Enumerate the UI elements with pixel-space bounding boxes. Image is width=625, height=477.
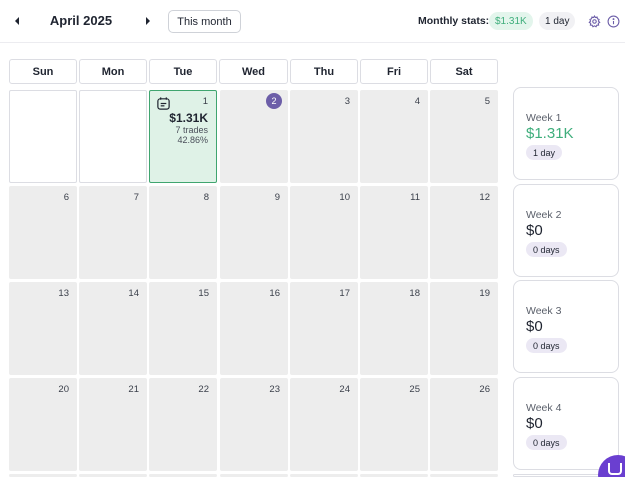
week-summary-card[interactable]: Week 2 $0 0 days — [513, 184, 619, 277]
day-number: 13 — [58, 288, 69, 299]
day-number: 25 — [409, 384, 420, 395]
day-number: 15 — [198, 288, 209, 299]
day-cell-apr-13[interactable]: 13 — [9, 282, 77, 375]
day-cell-apr-12[interactable]: 12 — [430, 186, 498, 279]
weekday-fri: Fri — [360, 59, 428, 84]
day-cell-apr-25[interactable]: 25 — [360, 378, 428, 471]
day-cell-apr-26[interactable]: 26 — [430, 378, 498, 471]
day-number: 10 — [339, 192, 350, 203]
week-pnl: $0 — [526, 318, 543, 335]
day-cell-apr-20[interactable]: 20 — [9, 378, 77, 471]
day-cell-apr-7[interactable]: 7 — [79, 186, 147, 279]
week-days-badge: 0 days — [526, 242, 567, 257]
next-month-button[interactable] — [141, 14, 155, 28]
week-title: Week 4 — [526, 402, 562, 414]
day-number: 7 — [133, 192, 139, 203]
day-cell-apr-24[interactable]: 24 — [290, 378, 358, 471]
week-title: Week 3 — [526, 305, 562, 317]
monthly-stats-value: $1.31K — [489, 12, 533, 30]
day-number: 3 — [344, 96, 350, 107]
day-number: 26 — [479, 384, 490, 395]
monthly-stats-days: 1 day — [539, 12, 576, 30]
day-cell-apr-3[interactable]: 3 — [290, 90, 358, 183]
settings-button[interactable] — [587, 14, 601, 28]
weekday-sun: Sun — [9, 59, 77, 84]
week-pnl: $0 — [526, 415, 543, 432]
week-days-badge: 0 days — [526, 435, 567, 450]
info-button[interactable] — [606, 14, 620, 28]
day-cell-apr-14[interactable]: 14 — [79, 282, 147, 375]
day-cell-apr-22[interactable]: 22 — [149, 378, 217, 471]
day-number: 9 — [274, 192, 280, 203]
day-trades: 7 trades — [175, 125, 208, 135]
day-cell-apr-6[interactable]: 6 — [9, 186, 77, 279]
weekday-tue: Tue — [149, 59, 217, 84]
week-days-badge: 1 day — [526, 145, 563, 160]
day-cell-apr-8[interactable]: 8 — [149, 186, 217, 279]
day-cell-empty — [9, 90, 77, 183]
weekday-sat: Sat — [430, 59, 498, 84]
day-number: 11 — [410, 192, 420, 203]
day-number: 5 — [484, 96, 490, 107]
gear-icon — [587, 14, 601, 27]
day-number: 17 — [339, 288, 350, 299]
day-number: 24 — [339, 384, 350, 395]
day-cell-apr-10[interactable]: 10 — [290, 186, 358, 279]
week-summary-card[interactable]: Week 4 $0 0 days — [513, 377, 619, 470]
day-number: 6 — [63, 192, 69, 203]
info-icon — [607, 15, 619, 27]
day-cell-apr-2[interactable]: 2 — [220, 90, 288, 183]
day-number: 12 — [479, 192, 490, 203]
notes-icon[interactable] — [156, 96, 171, 111]
this-month-button[interactable]: This month — [168, 10, 241, 33]
day-cell-apr-17[interactable]: 17 — [290, 282, 358, 375]
monthly-stats-label: Monthly stats: — [418, 15, 490, 27]
day-win-rate: 42.86% — [177, 135, 208, 145]
day-number: 4 — [414, 96, 420, 107]
day-cell-apr-23[interactable]: 23 — [220, 378, 288, 471]
day-cell-apr-1[interactable]: 1 $1.31K 7 trades 42.86% — [149, 90, 217, 183]
day-cell-apr-15[interactable]: 15 — [149, 282, 217, 375]
day-cell-empty — [79, 90, 147, 183]
day-number: 21 — [128, 384, 139, 395]
week-summary-card[interactable]: Week 1 $1.31K 1 day — [513, 87, 619, 180]
day-number: 23 — [269, 384, 280, 395]
weekday-thu: Thu — [290, 59, 358, 84]
prev-month-button[interactable] — [10, 14, 24, 28]
chevron-left-icon — [15, 17, 19, 25]
chat-icon — [608, 463, 622, 475]
day-number: 18 — [409, 288, 420, 299]
day-cell-apr-9[interactable]: 9 — [220, 186, 288, 279]
calendar-header: April 2025 This month Monthly stats: $1.… — [0, 0, 625, 43]
day-number: 22 — [198, 384, 209, 395]
month-label: April 2025 — [49, 13, 113, 28]
weekday-wed: Wed — [219, 59, 288, 84]
day-cell-apr-18[interactable]: 18 — [360, 282, 428, 375]
today-badge: 2 — [266, 93, 282, 109]
day-cell-apr-16[interactable]: 16 — [220, 282, 288, 375]
day-cell-apr-19[interactable]: 19 — [430, 282, 498, 375]
day-number: 20 — [58, 384, 69, 395]
week-summary-card[interactable]: Week 3 $0 0 days — [513, 280, 619, 373]
day-number: 1 — [202, 96, 208, 107]
day-number: 19 — [479, 288, 490, 299]
day-cell-apr-4[interactable]: 4 — [360, 90, 428, 183]
week-pnl: $0 — [526, 222, 543, 239]
week-pnl: $1.31K — [526, 125, 574, 142]
week-days-badge: 0 days — [526, 338, 567, 353]
day-number: 14 — [128, 288, 139, 299]
week-title: Week 2 — [526, 209, 562, 221]
day-number: 8 — [203, 192, 209, 203]
day-cell-apr-11[interactable]: 11 — [360, 186, 428, 279]
week-title: Week 1 — [526, 112, 562, 124]
weekday-mon: Mon — [79, 59, 147, 84]
day-cell-apr-5[interactable]: 5 — [430, 90, 498, 183]
day-number: 16 — [269, 288, 280, 299]
day-cell-apr-21[interactable]: 21 — [79, 378, 147, 471]
day-pnl: $1.31K — [169, 111, 208, 125]
chevron-right-icon — [146, 17, 150, 25]
